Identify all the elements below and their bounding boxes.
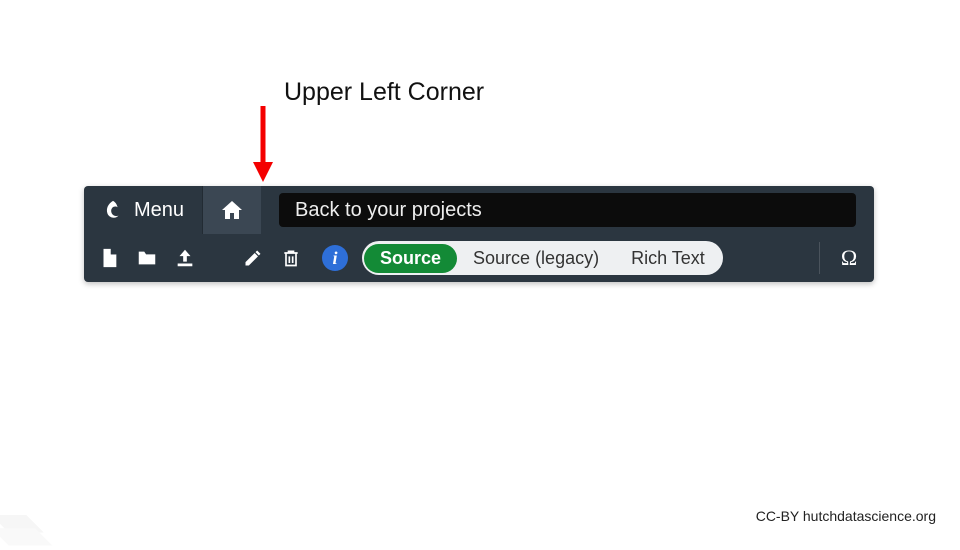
menu-label: Menu [134, 199, 184, 222]
delete-button[interactable] [276, 243, 306, 273]
home-button[interactable] [203, 186, 261, 234]
special-character-button[interactable]: Ω [834, 245, 864, 271]
mode-source-legacy[interactable]: Source (legacy) [457, 244, 615, 273]
attribution-text: CC-BY hutchdatascience.org [756, 508, 936, 524]
editor-mode-switch: Source Source (legacy) Rich Text [362, 241, 723, 275]
toolbar-divider [819, 242, 820, 274]
annotation-label: Upper Left Corner [284, 78, 484, 107]
omega-icon: Ω [841, 245, 857, 270]
mode-rich-text[interactable]: Rich Text [615, 244, 721, 273]
new-file-button[interactable] [94, 243, 124, 273]
new-file-icon [98, 247, 120, 269]
home-icon [220, 198, 244, 222]
menu-button[interactable]: Menu [84, 186, 203, 234]
rename-button[interactable] [238, 243, 268, 273]
editor-toolbar: Menu Back to your projects [84, 186, 874, 282]
annotation-arrow [248, 104, 278, 184]
overleaf-logo-icon [102, 199, 124, 221]
pencil-icon [243, 248, 263, 268]
trash-icon [281, 247, 301, 269]
info-icon: i [332, 248, 337, 269]
mode-source[interactable]: Source [364, 244, 457, 273]
home-tooltip: Back to your projects [279, 193, 856, 227]
info-button[interactable]: i [322, 245, 348, 271]
toolbar-bottom-row: i Source Source (legacy) Rich Text Ω [84, 234, 874, 282]
upload-button[interactable] [170, 243, 200, 273]
new-folder-button[interactable] [132, 243, 162, 273]
folder-icon [135, 247, 159, 269]
toolbar-top-row: Menu Back to your projects [84, 186, 874, 234]
upload-icon [174, 247, 196, 269]
